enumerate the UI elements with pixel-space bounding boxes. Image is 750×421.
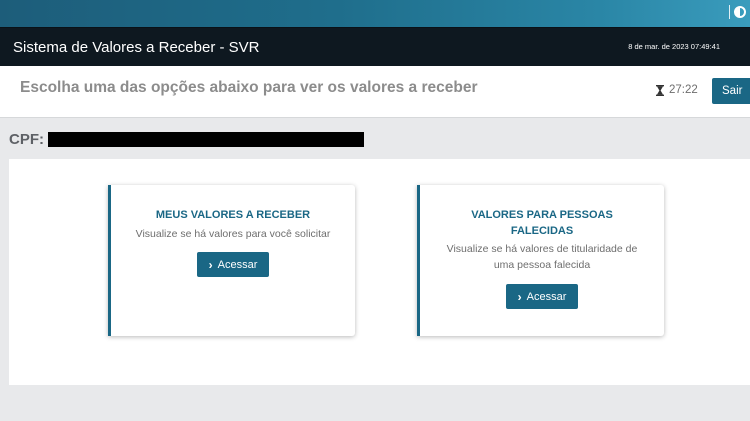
button-label: Acessar [217, 258, 258, 271]
chevron-right-icon: › [517, 289, 522, 304]
gov-top-bar [0, 0, 750, 27]
contrast-icon[interactable] [734, 6, 746, 18]
sub-header: Escolha uma das opções abaixo para ver o… [0, 66, 750, 118]
hourglass-icon [656, 84, 664, 96]
acessar-meus-valores-button[interactable]: › Acessar [197, 252, 269, 277]
cpf-row: CPF: [9, 131, 364, 148]
logout-button[interactable]: Sair [712, 78, 750, 104]
top-bar-divider [729, 5, 730, 19]
card-title: MEUS VALORES A RECEBER [155, 209, 311, 221]
card-meus-valores: MEUS VALORES A RECEBER Visualize se há v… [108, 185, 355, 336]
timer-value: 27:22 [669, 84, 698, 96]
card-title: VALORES PARA PESSOAS FALECIDAS [471, 209, 613, 237]
cpf-label: CPF: [9, 131, 44, 148]
acessar-pessoas-falecidas-button[interactable]: › Acessar [506, 284, 578, 309]
card-description: Visualize se há valores de titularidade … [446, 243, 638, 271]
app-header: Sistema de Valores a Receber - SVR 8 de … [0, 27, 750, 66]
header-datetime: 8 de mar. de 2023 07:49:41 [628, 42, 720, 51]
card-description: Visualize se há valores para você solici… [135, 228, 331, 240]
chevron-right-icon: › [208, 257, 213, 272]
cpf-redacted-value [48, 132, 364, 147]
app-title: Sistema de Valores a Receber - SVR [13, 39, 260, 56]
button-label: Acessar [526, 290, 567, 303]
page-instruction: Escolha uma das opções abaixo para ver o… [20, 79, 478, 96]
card-pessoas-falecidas: VALORES PARA PESSOAS FALECIDAS Visualize… [417, 185, 664, 336]
session-timer: 27:22 [656, 84, 698, 96]
